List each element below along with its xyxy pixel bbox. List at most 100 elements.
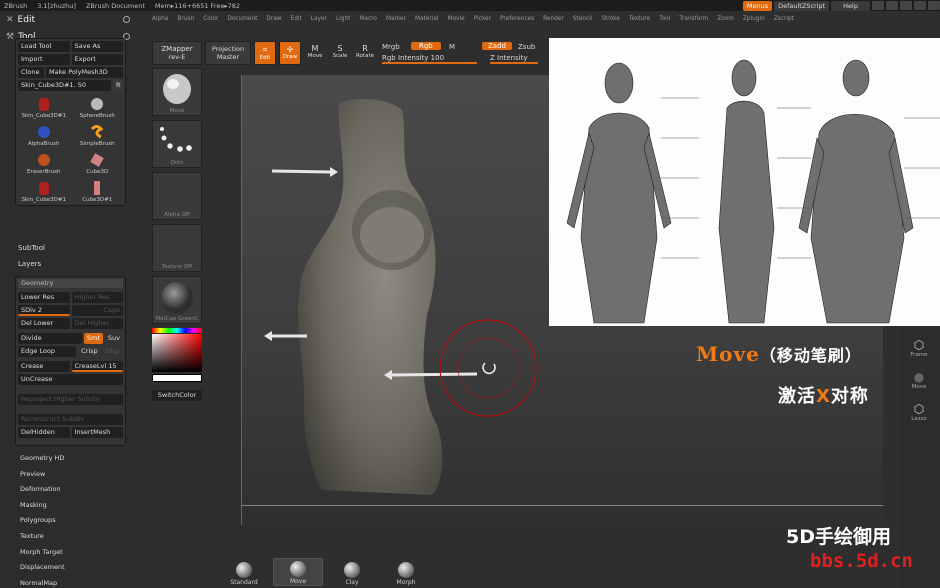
tool-thumbnail[interactable]: Cube3D#1 (72, 177, 124, 203)
menu-brush[interactable]: Brush (177, 16, 194, 26)
menu-tool[interactable]: Tool (659, 16, 670, 26)
menu-render[interactable]: Render (543, 16, 564, 26)
tool-thumbnail[interactable]: EraserBrush (18, 149, 70, 175)
menu-transform[interactable]: Transform (679, 16, 708, 26)
menu-movie[interactable]: Movie (448, 16, 465, 26)
material-slot[interactable]: MatCap GreenC (152, 276, 202, 324)
menu-material[interactable]: Material (415, 16, 439, 26)
subtool-section[interactable]: SubTool (18, 244, 45, 252)
reproject-button[interactable]: Reproject Higher Subdiv (18, 394, 123, 405)
disp-toggle[interactable]: Disp (103, 346, 123, 357)
draw-mode-button[interactable]: ✢ Draw (279, 41, 301, 65)
texture-slot[interactable]: Texture Off (152, 224, 202, 272)
crease-button[interactable]: Crease (18, 361, 70, 372)
rgb-intensity-slider[interactable]: Rgb Intensity 100 (382, 54, 477, 64)
menu-alpha[interactable]: Alpha (152, 16, 168, 26)
crisp-toggle[interactable]: Crisp (78, 346, 101, 357)
minimize-icon[interactable] (900, 1, 912, 10)
current-tool-slider[interactable]: Skin_Cube3D#1. 50 (18, 80, 111, 91)
menu-stencil[interactable]: Stencil (573, 16, 593, 26)
color-field[interactable] (152, 334, 202, 372)
m-toggle[interactable]: M (449, 43, 455, 51)
scale-mode-button[interactable]: S Scale (329, 41, 351, 65)
clone-button[interactable]: Clone (18, 67, 44, 78)
frame-button[interactable]: ⬡ Frame (904, 330, 934, 358)
menu-texture[interactable]: Texture (629, 16, 650, 26)
move-mode-button[interactable]: M Move (304, 41, 326, 65)
switch-color-button[interactable]: SwitchColor (152, 390, 202, 401)
menu-macro[interactable]: Macro (359, 16, 377, 26)
help-button[interactable]: Help (831, 0, 870, 11)
brush-standard[interactable]: Standard (219, 558, 269, 586)
tool-thumbnail[interactable]: AlphaBrush (18, 121, 70, 147)
edit-mode-button[interactable]: ⌗ Edit (254, 41, 276, 65)
layout-icon[interactable] (872, 1, 884, 10)
export-button[interactable]: Export (71, 54, 123, 65)
menu-document[interactable]: Document (227, 16, 257, 26)
divide-button[interactable]: Divide (18, 333, 82, 344)
menu-preferences[interactable]: Preferences (500, 16, 534, 26)
menu-zscript[interactable]: Zscript (774, 16, 794, 26)
menus-button[interactable]: Menus (742, 0, 773, 11)
layout2-icon[interactable] (886, 1, 898, 10)
smt-toggle[interactable]: Smt (83, 333, 103, 344)
sdiv-slider[interactable]: SDiv 2 (18, 305, 70, 316)
brush-slot[interactable]: Move (152, 68, 202, 116)
alpha-slot[interactable]: Alpha Off (152, 172, 202, 220)
rgb-toggle[interactable]: Rgb (411, 42, 441, 50)
secondary-color-swatch[interactable] (152, 374, 202, 382)
crease-level-slider[interactable]: CreaseLvl 15 (71, 361, 123, 372)
menu-zoom[interactable]: Zoom (717, 16, 734, 26)
tool-thumbnail[interactable]: Skin_Cube3D#1 (18, 177, 70, 203)
section-masking[interactable]: Masking (20, 501, 47, 509)
del-lower-button[interactable]: Del Lower (18, 318, 70, 329)
tool-thumbnail[interactable]: SimpleBrush (72, 121, 124, 147)
menu-stroke[interactable]: Stroke (601, 16, 619, 26)
menu-layer[interactable]: Layer (311, 16, 327, 26)
insert-mesh-button[interactable]: InsertMesh (71, 427, 123, 438)
edit-palette-header[interactable]: ✕ Edit (0, 11, 150, 28)
mrgb-toggle[interactable]: Mrgb (382, 43, 400, 51)
layers-section[interactable]: Layers (18, 260, 41, 268)
suv-toggle[interactable]: Suv (105, 333, 123, 344)
lower-res-button[interactable]: Lower Res (18, 292, 70, 303)
rotate-mode-button[interactable]: R Rotate (354, 41, 376, 65)
reconstruct-subdiv-button[interactable]: Reconstruct Subdiv (18, 414, 123, 425)
del-higher-button[interactable]: Del Higher (71, 318, 123, 329)
menu-picker[interactable]: Picker (474, 16, 491, 26)
edge-loop-button[interactable]: Edge Loop (18, 346, 77, 357)
move-view-button[interactable]: ● Move (904, 362, 934, 390)
import-button[interactable]: Import (18, 54, 70, 65)
zadd-toggle[interactable]: Zadd (482, 42, 512, 50)
save-as-button[interactable]: Save As (71, 41, 123, 52)
tool-thumbnail[interactable]: Cube3D (72, 149, 124, 175)
del-hidden-button[interactable]: DelHidden (18, 427, 70, 438)
hue-strip[interactable] (152, 328, 202, 333)
make-polymesh-button[interactable]: Make PolyMesh3D (46, 67, 123, 78)
menu-light[interactable]: Light (336, 16, 350, 26)
projection-master-button[interactable]: Projection Master (205, 41, 251, 65)
brush-morph[interactable]: Morph (381, 558, 431, 586)
lasso-button[interactable]: ⬡ Lasso (904, 394, 934, 422)
section-morph-target[interactable]: Morph Target (20, 548, 63, 556)
r-button[interactable]: R (113, 80, 123, 91)
maximize-icon[interactable] (914, 1, 926, 10)
color-picker[interactable] (152, 328, 202, 386)
menu-zplugin[interactable]: Zplugin (743, 16, 765, 26)
tool-thumbnail[interactable]: Skin_Cube3D#1 (18, 93, 70, 119)
cage-button[interactable]: Cage (71, 305, 123, 316)
section-normalmap[interactable]: NormalMap (20, 579, 57, 587)
z-intensity-slider[interactable]: Z Intensity (490, 54, 538, 64)
uncrease-button[interactable]: UnCrease (18, 374, 123, 385)
menu-draw[interactable]: Draw (266, 16, 281, 26)
menu-edit[interactable]: Edit (291, 16, 302, 26)
close-icon[interactable] (928, 1, 940, 10)
section-texture[interactable]: Texture (20, 532, 44, 540)
tool-thumbnail[interactable]: SphereBrush (72, 93, 124, 119)
brush-clay[interactable]: Clay (327, 558, 377, 586)
section-preview[interactable]: Preview (20, 470, 45, 478)
geometry-title[interactable]: Geometry (18, 279, 123, 288)
section-polygroups[interactable]: Polygroups (20, 516, 56, 524)
zsub-toggle[interactable]: Zsub (518, 43, 535, 51)
section-displacement[interactable]: Displacement (20, 563, 65, 571)
